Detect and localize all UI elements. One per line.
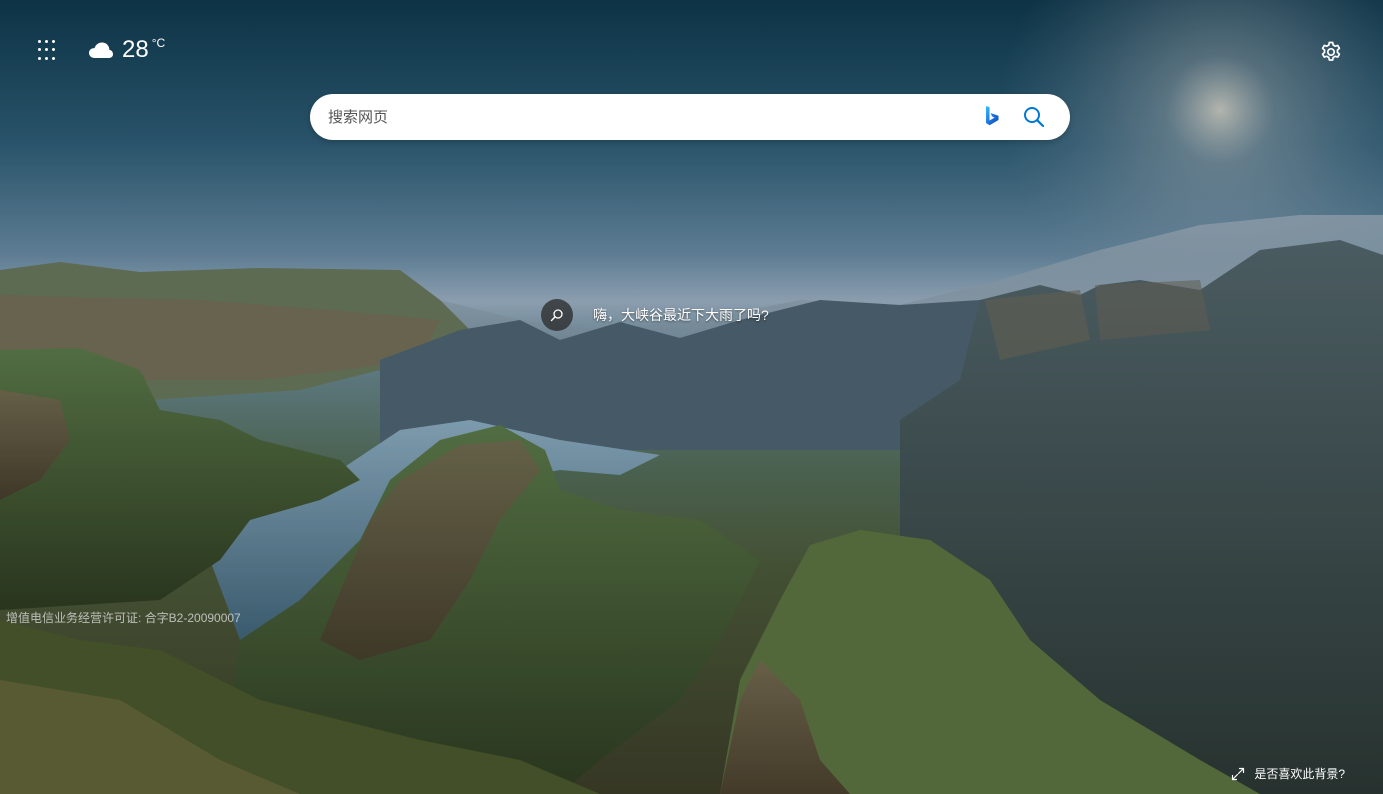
like-background-label: 是否喜欢此背景? — [1254, 767, 1345, 781]
search-icon[interactable] — [1022, 105, 1046, 129]
hint-text: 嗨，大峡谷最近下大雨了吗? — [593, 307, 769, 323]
image-question-hint[interactable]: 嗨，大峡谷最近下大雨了吗? — [541, 299, 769, 331]
top-left-bar: 28 °C — [38, 36, 165, 64]
weather-widget[interactable]: 28 °C — [88, 36, 165, 64]
temperature-unit: °C — [151, 36, 166, 50]
temperature-value: 28 — [122, 36, 149, 63]
expand-icon — [1232, 767, 1245, 780]
search-magnifier-icon — [541, 299, 573, 331]
bing-logo-icon[interactable] — [982, 105, 1002, 129]
gear-icon[interactable] — [1319, 40, 1343, 64]
search-box — [310, 94, 1070, 140]
like-background-button[interactable]: 是否喜欢此背景? — [1231, 765, 1345, 782]
apps-grid-icon[interactable] — [38, 40, 60, 62]
new-tab-page: 28 °C 搜索网页 嗨，大峡谷最近下大雨了吗? 增值电信业务经营许可证: 合字… — [0, 0, 1383, 794]
cloud-icon — [89, 42, 113, 58]
license-text: 增值电信业务经营许可证: 合字B2-20090007 — [6, 611, 241, 625]
search-input[interactable] — [326, 107, 982, 127]
